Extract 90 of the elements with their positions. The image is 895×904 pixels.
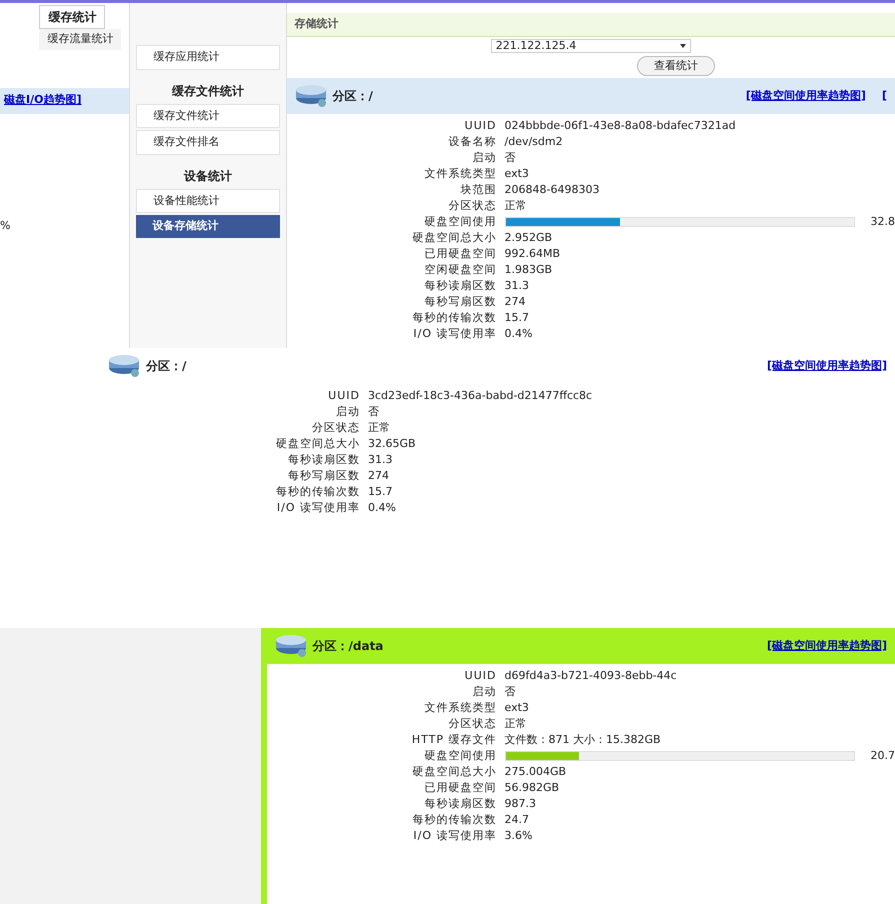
field-value: 56.982GB [504,780,560,796]
field-label: 每秒的传输次数 [275,484,360,500]
field-value: 15.7 [504,310,529,326]
usage-percent: 32.8 [870,214,895,230]
field-label: 文件系统类型 [424,166,496,182]
field-value: 2.952GB [504,230,552,246]
field-value: /dev/sdm2 [504,134,563,150]
sidebar-item[interactable]: 设备存储统计 [136,215,280,238]
field-value: 3cd23edf-18c3-436a-babd-d21477ffcc8c [368,388,592,404]
sidebar-item[interactable]: 设备性能统计 [136,188,280,213]
field-value: 15.7 [368,484,392,500]
field-label: 硬盘空间使用 [424,214,496,230]
field-value: 24.7 [504,812,529,828]
field-value: 0.4% [504,326,532,342]
percent-text: % [0,218,10,234]
field-label: 每秒的传输次数 [412,310,496,326]
field-value: 否 [504,684,516,700]
field-label: 已用硬盘空间 [424,780,496,796]
field-value: 正常 [368,420,390,436]
field-label: 硬盘空间总大小 [412,764,496,780]
field-label: 每秒写扇区数 [287,468,360,484]
field-label: 文件系统类型 [424,700,496,716]
field-value: 024bbbde-06f1-43e8-8a08-bdafec7321ad [504,118,736,134]
field-label: 硬盘空间使用 [424,748,496,764]
field-value: 1.983GB [504,262,552,278]
trend-link[interactable]: [ [882,88,887,104]
field-value: 文件数：871 大小：15.382GB [504,732,661,748]
field-label: 硬盘空间总大小 [412,230,496,246]
server-select[interactable]: 221.122.125.4 [490,39,691,53]
field-value: d69fd4a3-b721-4093-8ebb-44c [504,668,677,684]
tab[interactable]: 缓存流量统计 [39,29,122,50]
field-label: 空闲硬盘空间 [424,262,496,278]
field-value: ext3 [504,700,529,716]
field-value: 正常 [504,198,526,214]
field-label: 分区状态 [311,420,360,436]
trend-link[interactable]: [磁盘空间使用率趋势图] [766,638,887,654]
field-label: 启动 [472,684,496,700]
field-value: 0.4% [368,500,396,516]
field-label: 每秒读扇区数 [424,796,496,812]
caret-icon [680,44,686,48]
field-label: UUID [464,668,496,684]
field-value: 否 [368,404,379,420]
sidebar-item[interactable]: 缓存应用统计 [136,45,280,70]
sidebar-item[interactable]: 缓存文件统计 [136,104,280,128]
field-label: 硬盘空间总大小 [275,436,360,452]
field-value: 正常 [504,716,526,732]
query-button[interactable]: 查看统计 [636,56,715,76]
field-label: 分区状态 [448,716,496,732]
field-label: 启动 [472,150,496,166]
field-value: 32.65GB [368,436,416,452]
field-label: UUID [327,388,360,404]
field-value: ext3 [504,166,529,182]
field-value: 206848-6498303 [504,182,600,198]
field-label: 块范围 [460,182,496,198]
field-label: 设备名称 [448,134,496,150]
field-label: UUID [464,118,496,134]
field-label: HTTP 缓存文件 [410,732,496,748]
field-value: 274 [368,468,389,484]
field-label: 已用硬盘空间 [424,246,496,262]
partition-title: 分区：/ [146,358,186,375]
field-label: 每秒读扇区数 [424,278,496,294]
field-value: 992.64MB [504,246,560,262]
field-value: 987.3 [504,796,536,812]
field-label: I/O 读写使用率 [412,828,496,844]
disk-icon [294,84,328,108]
field-label: I/O 读写使用率 [412,326,496,342]
disk-icon [274,634,308,658]
field-value: 否 [504,150,516,166]
field-label: 启动 [335,404,360,420]
trend-link[interactable]: [磁盘空间使用率趋势图] [766,358,887,374]
trend-link[interactable]: [磁盘空间使用率趋势图] [746,88,866,104]
field-value: 31.3 [368,452,392,468]
field-value: 3.6% [504,828,532,844]
field-label: 分区状态 [448,198,496,214]
field-label: 每秒的传输次数 [412,812,496,828]
field-value: 275.004GB [504,764,566,780]
field-value: 274 [504,294,526,310]
field-label: 每秒写扇区数 [424,294,496,310]
usage-percent: 20.7 [870,748,895,764]
partition-title: 分区：/data [312,638,384,655]
menu-group-title: 设备统计 [182,168,233,184]
tab[interactable]: 缓存统计 [39,5,106,29]
partition-title: 分区：/ [332,88,373,105]
disk-icon [108,354,142,378]
sidebar-item[interactable]: 缓存文件排名 [136,130,280,154]
field-label: 每秒读扇区数 [287,452,360,468]
section-title: 存储统计 [294,16,338,32]
field-label: I/O 读写使用率 [276,500,360,516]
menu-group-title: 缓存文件统计 [170,82,245,100]
field-value: 31.3 [504,278,529,294]
